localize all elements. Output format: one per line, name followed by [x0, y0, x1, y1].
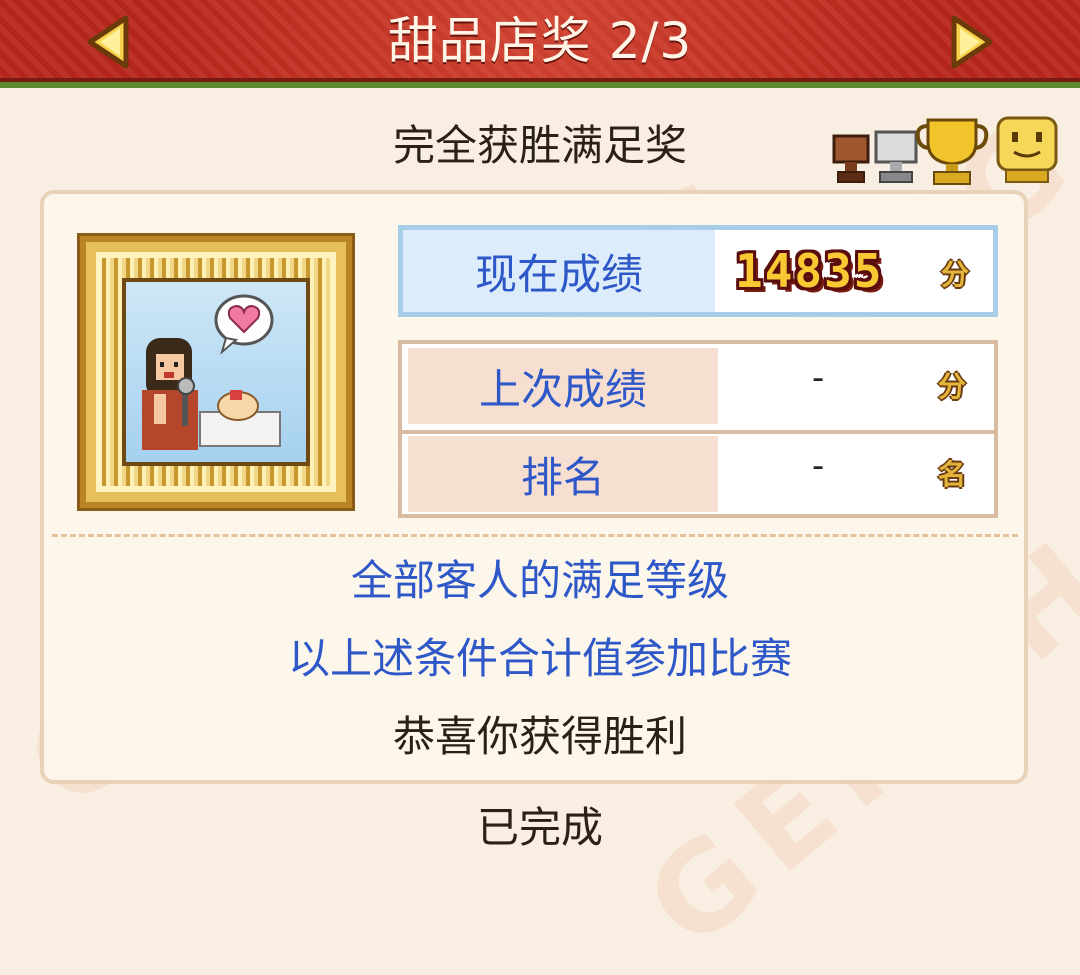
header-bar: 甜品店奖 2/3	[0, 0, 1080, 88]
award-picture-frame	[80, 236, 352, 508]
customer-character-icon	[142, 338, 198, 450]
silver-trophy-icon	[874, 130, 918, 183]
page-title: 甜品店奖 2/3	[387, 12, 693, 70]
bronze-trophy-icon	[832, 134, 870, 183]
heart-bubble-icon	[214, 294, 274, 355]
cake-icon	[199, 390, 281, 447]
current-score-label: 现在成绩	[403, 230, 715, 312]
points-unit-icon: 分	[940, 258, 969, 291]
status-label: 已完成	[476, 803, 603, 852]
previous-rank-box: 上次成绩 - 分 排名 - 名	[398, 340, 998, 518]
award-illustration	[122, 278, 310, 466]
rank-value: -	[812, 446, 825, 486]
previous-score-label: 上次成绩	[408, 348, 718, 424]
condition-line-1: 全部客人的满足等级	[350, 556, 729, 605]
condition-line-2: 以上述条件合计值参加比赛	[287, 634, 792, 683]
previous-score-row: 上次成绩 - 分	[402, 344, 994, 424]
rank-row: 排名 - 名	[402, 432, 994, 512]
previous-score-value: -	[812, 358, 825, 398]
king-trophy-icon	[996, 116, 1058, 183]
rank-unit-icon: 名	[937, 458, 966, 491]
current-score-value: 14835	[735, 244, 884, 298]
gold-trophy-icon	[915, 118, 989, 185]
current-score-row: 现在成绩 14835 分	[398, 225, 998, 317]
points-unit-icon: 分	[937, 370, 966, 403]
section-divider	[52, 534, 1018, 537]
result-message: 恭喜你获得胜利	[392, 712, 687, 761]
trophy-ranks	[830, 112, 1066, 188]
rank-label: 排名	[408, 436, 718, 512]
arrow-right-icon[interactable]	[944, 14, 998, 70]
